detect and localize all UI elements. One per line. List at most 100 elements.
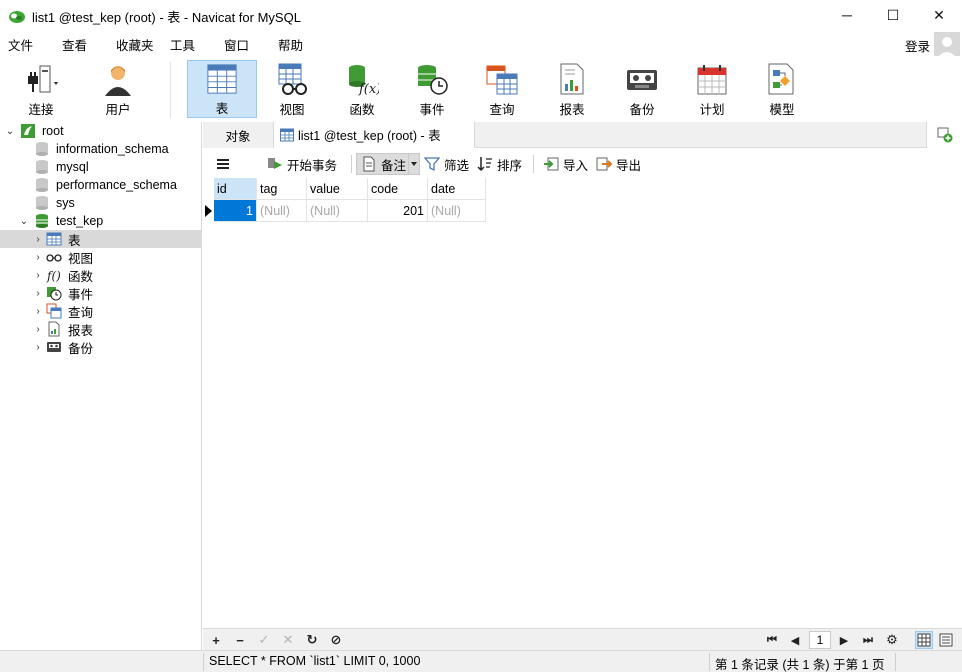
tree-connection-root[interactable]: ⌄ root [0, 122, 201, 140]
cell-value[interactable]: (Null) [307, 200, 368, 222]
import-button[interactable]: 导入 [543, 153, 588, 175]
tree-item-functions[interactable]: › f() 函数 [0, 266, 201, 284]
status-divider [203, 653, 204, 671]
tree-database[interactable]: sys [0, 194, 201, 212]
tree-label: test_kep [56, 214, 104, 228]
toolbar-model-button[interactable]: 模型 [747, 60, 817, 118]
chevron-right-icon[interactable]: › [32, 323, 44, 335]
query-icon [46, 303, 62, 319]
refresh-button[interactable]: ↻ [303, 631, 321, 649]
tree-database[interactable]: mysql [0, 158, 201, 176]
login-link[interactable]: 登录 [905, 36, 930, 55]
chevron-right-icon[interactable]: › [32, 341, 44, 353]
tree-item-tables[interactable]: › 表 [0, 230, 201, 248]
begin-transaction-button[interactable]: 开始事务 [267, 153, 337, 175]
avatar[interactable] [934, 32, 960, 58]
menu-help[interactable]: 帮助 [270, 35, 324, 54]
page-number-input[interactable]: 1 [809, 631, 831, 649]
tree-item-events[interactable]: › 事件 [0, 284, 201, 302]
toolbar-connect-label: 连接 [28, 103, 54, 117]
previous-page-button[interactable]: ◀ [786, 631, 804, 649]
svg-text:f(x): f(x) [358, 82, 379, 96]
memo-icon [363, 156, 375, 172]
toolbar-separator [351, 155, 352, 173]
toolbar-report-button[interactable]: 报表 [537, 60, 607, 118]
form-view-icon [939, 633, 953, 647]
data-grid: id tag value code date 1 (Null) (Null) 2… [203, 178, 962, 628]
stop-button[interactable]: ⊘ [327, 631, 345, 649]
table-row[interactable]: 1 (Null) (Null) 201 (Null) [214, 200, 486, 222]
chevron-right-icon[interactable]: › [32, 269, 44, 281]
menu-tools[interactable]: 工具 [162, 35, 216, 54]
cell-code[interactable]: 201 [368, 200, 428, 222]
tab-table-list1[interactable]: list1 @test_kep (root) - 表 [274, 122, 475, 148]
grid-view-button[interactable] [915, 631, 933, 649]
chevron-right-icon[interactable]: › [32, 305, 44, 317]
maximize-button[interactable]: ☐ [870, 0, 916, 30]
backup-icon [46, 339, 62, 355]
minimize-button[interactable]: ─ [824, 0, 870, 30]
sort-button[interactable]: 排序 [477, 153, 522, 175]
filter-button[interactable]: 筛选 [424, 153, 469, 175]
memo-button[interactable]: 备注 [356, 153, 412, 175]
toolbar-view-button[interactable]: 视图 [257, 60, 327, 118]
chevron-right-icon[interactable]: › [32, 287, 44, 299]
delete-record-button[interactable]: − [231, 631, 249, 649]
cell-tag[interactable]: (Null) [257, 200, 307, 222]
toolbar-user-button[interactable]: 用户 [83, 60, 153, 118]
add-record-button[interactable]: + [207, 631, 225, 649]
new-object-button[interactable] [926, 122, 962, 148]
menu-button[interactable] [215, 153, 235, 175]
next-page-button[interactable]: ▶ [835, 631, 853, 649]
memo-dropdown[interactable] [408, 153, 420, 175]
navigation-tree: ⌄ root information_schema mysql performa… [0, 122, 202, 672]
cell-date[interactable]: (Null) [428, 200, 486, 222]
toolbar-connect-button[interactable]: 连接 [6, 60, 76, 118]
toolbar-model-label: 模型 [769, 103, 795, 117]
tree-item-backups[interactable]: › 备份 [0, 338, 201, 356]
first-page-button[interactable]: ⏮ [763, 631, 781, 649]
close-button[interactable]: ✕ [916, 0, 962, 30]
settings-button[interactable]: ⚙ [883, 631, 901, 649]
menu-view[interactable]: 查看 [54, 35, 108, 54]
filter-icon [424, 157, 440, 172]
column-header-date[interactable]: date [428, 178, 486, 200]
sql-statement: SELECT * FROM `list1` LIMIT 0, 1000 [209, 654, 421, 668]
apply-changes-button[interactable]: ✓ [255, 631, 273, 649]
chevron-right-icon[interactable]: › [32, 233, 44, 245]
toolbar-function-button[interactable]: f(x) 函数 [327, 60, 397, 118]
menu-favorites[interactable]: 收藏夹 [108, 35, 162, 54]
chevron-down-icon[interactable]: ⌄ [18, 215, 30, 227]
toolbar-separator [170, 62, 171, 118]
toolbar-schedule-button[interactable]: 计划 [677, 60, 747, 118]
tree-item-queries[interactable]: › 查询 [0, 302, 201, 320]
menu-file[interactable]: 文件 [0, 35, 54, 54]
export-button[interactable]: 导出 [596, 153, 641, 175]
function-icon: f() [46, 267, 62, 283]
column-header-value[interactable]: value [307, 178, 368, 200]
cell-id[interactable]: 1 [214, 200, 257, 222]
toolbar-table-button[interactable]: 表 [187, 60, 257, 118]
event-icon [418, 65, 448, 95]
toolbar-backup-button[interactable]: 备份 [607, 60, 677, 118]
last-page-button[interactable]: ⏭ [859, 631, 877, 649]
form-view-button[interactable] [937, 631, 955, 649]
tree-item-reports[interactable]: › 报表 [0, 320, 201, 338]
tab-objects[interactable]: 对象 [203, 122, 274, 148]
tree-database-test-kep[interactable]: ⌄ test_kep [0, 212, 201, 230]
menu-window[interactable]: 窗口 [216, 35, 270, 54]
tree-item-views[interactable]: › 视图 [0, 248, 201, 266]
column-header-id[interactable]: id [214, 178, 257, 200]
chevron-down-icon[interactable]: ⌄ [4, 125, 16, 137]
discard-changes-button[interactable]: ✕ [279, 631, 297, 649]
chevron-right-icon[interactable]: › [32, 251, 44, 263]
tree-label: 报表 [68, 323, 94, 338]
column-header-tag[interactable]: tag [257, 178, 307, 200]
toolbar-query-button[interactable]: 查询 [467, 60, 537, 118]
table-icon [46, 231, 62, 247]
toolbar-event-button[interactable]: 事件 [397, 60, 467, 118]
tree-database[interactable]: performance_schema [0, 176, 201, 194]
column-header-code[interactable]: code [368, 178, 428, 200]
tree-database[interactable]: information_schema [0, 140, 201, 158]
export-icon [596, 157, 612, 171]
